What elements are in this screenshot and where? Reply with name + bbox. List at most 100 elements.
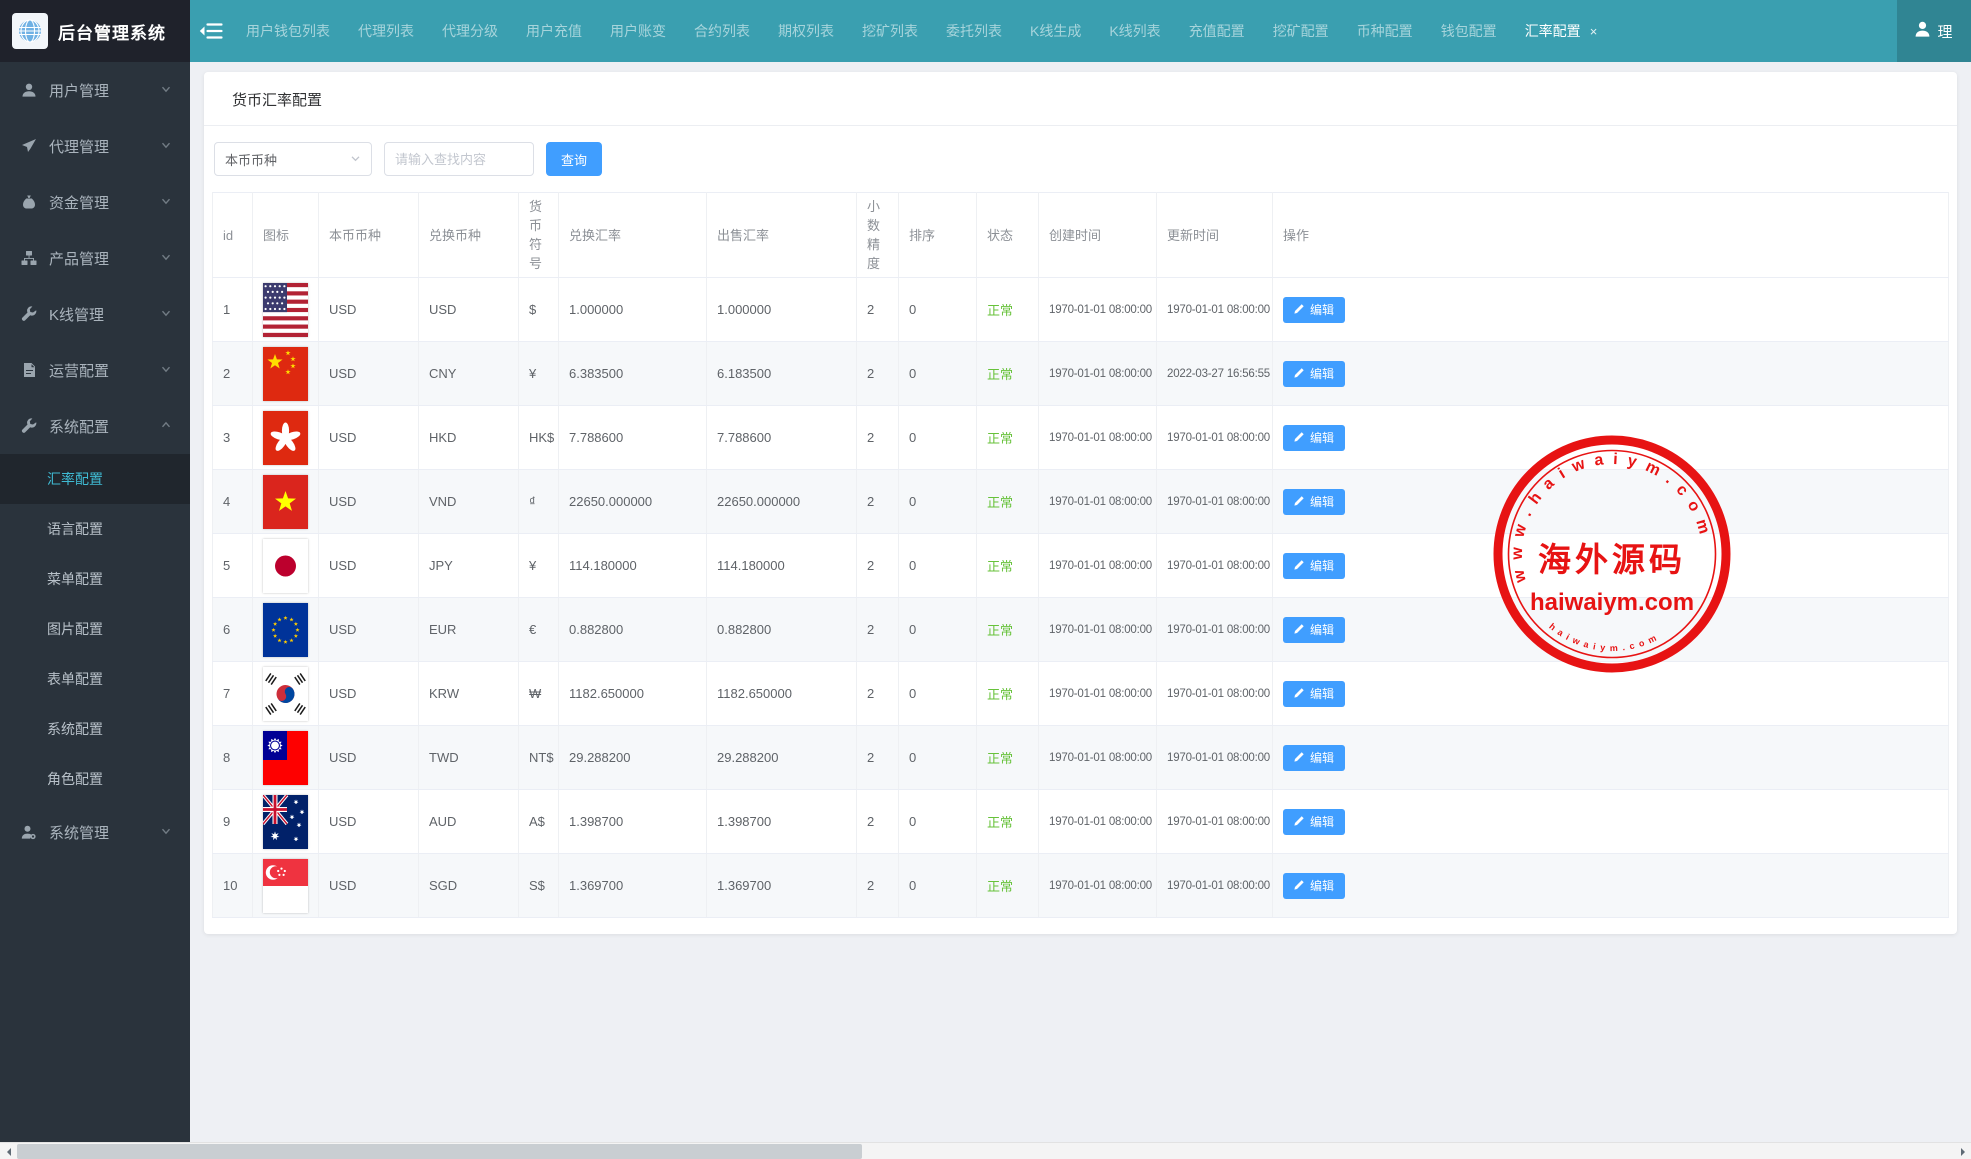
tab-2[interactable]: 代理列表 [344, 0, 428, 62]
scroll-right-button[interactable] [1954, 1143, 1971, 1159]
cell-precision: 2 [857, 598, 899, 662]
tab-13[interactable]: 挖矿配置 [1259, 0, 1343, 62]
sidebar-subitem-7[interactable]: 角色配置 [0, 754, 190, 804]
tab-16[interactable]: 汇率配置× [1511, 0, 1612, 62]
sidebar: 用户管理代理管理资金管理产品管理K线管理运营配置系统配置汇率配置语言配置菜单配置… [0, 62, 190, 1142]
edit-button[interactable]: 编辑 [1283, 297, 1345, 323]
sidebar-item-1[interactable]: 用户管理 [0, 62, 190, 118]
edit-button[interactable]: 编辑 [1283, 617, 1345, 643]
edit-button[interactable]: 编辑 [1283, 553, 1345, 579]
cell-currency-symbol: € [519, 598, 559, 662]
cell-exchange-rate: 7.788600 [559, 406, 707, 470]
sidebar-item-2[interactable]: 代理管理 [0, 118, 190, 174]
tab-12[interactable]: 充值配置 [1175, 0, 1259, 62]
edit-button[interactable]: 编辑 [1283, 361, 1345, 387]
tab-4[interactable]: 用户充值 [512, 0, 596, 62]
cell-currency-symbol: ₫ [519, 470, 559, 534]
tab-15[interactable]: 钱包配置 [1427, 0, 1511, 62]
status-badge: 正常 [987, 815, 1013, 830]
cell-sort: 0 [899, 726, 977, 790]
cell-status: 正常 [977, 534, 1039, 598]
top-header: 后台管理系统 用户钱包列表代理列表代理分级用户充值用户账变合约列表期权列表挖矿列… [0, 0, 1971, 62]
user-menu[interactable]: 理 [1897, 0, 1971, 62]
cell-sort: 0 [899, 278, 977, 342]
sidebar-item-label: 系统管理 [49, 822, 160, 843]
tab-close-icon[interactable]: × [1590, 24, 1598, 39]
cell-created-at: 1970-01-01 08:00:00 [1039, 598, 1157, 662]
cell-updated-at: 1970-01-01 08:00:00 [1157, 470, 1273, 534]
cell-status: 正常 [977, 790, 1039, 854]
cell-status: 正常 [977, 726, 1039, 790]
globe-logo-icon [12, 13, 48, 49]
tab-8[interactable]: 挖矿列表 [848, 0, 932, 62]
search-button[interactable]: 查询 [546, 142, 602, 176]
sidebar-toggle-button[interactable] [190, 0, 232, 62]
sidebar-subitem-3[interactable]: 菜单配置 [0, 554, 190, 604]
cell-precision: 2 [857, 278, 899, 342]
sidebar-item-5[interactable]: K线管理 [0, 286, 190, 342]
table-row: 2USDCNY¥6.3835006.18350020正常1970-01-01 0… [213, 342, 1949, 406]
horizontal-scrollbar[interactable] [0, 1142, 1971, 1159]
tab-1[interactable]: 用户钱包列表 [232, 0, 344, 62]
sidebar-subitem-2[interactable]: 语言配置 [0, 504, 190, 554]
sidebar-subitem-1[interactable]: 汇率配置 [0, 454, 190, 504]
cell-precision: 2 [857, 854, 899, 918]
flag-au-icon [263, 795, 308, 849]
rates-table: id图标本币币种兑换币种货币符号兑换汇率出售汇率小数精度排序状态创建时间更新时间… [212, 192, 1949, 918]
cell-base-currency: USD [319, 854, 419, 918]
cell-base-currency: USD [319, 598, 419, 662]
tab-label: 代理列表 [358, 23, 414, 39]
scrollbar-thumb[interactable] [17, 1144, 862, 1159]
sidebar-item-label: 用户管理 [49, 80, 160, 101]
sidebar-subitem-5[interactable]: 表单配置 [0, 654, 190, 704]
edit-button[interactable]: 编辑 [1283, 809, 1345, 835]
cell-precision: 2 [857, 406, 899, 470]
status-badge: 正常 [987, 495, 1013, 510]
tab-label: 挖矿配置 [1273, 23, 1329, 39]
tab-3[interactable]: 代理分级 [428, 0, 512, 62]
sidebar-subitem-6[interactable]: 系统配置 [0, 704, 190, 754]
col-header-12: 更新时间 [1157, 193, 1273, 278]
tab-label: 挖矿列表 [862, 23, 918, 39]
currency-type-select[interactable]: 本币币种 [214, 142, 372, 176]
cell-sell-rate: 6.183500 [707, 342, 857, 406]
edit-button[interactable]: 编辑 [1283, 681, 1345, 707]
edit-button[interactable]: 编辑 [1283, 873, 1345, 899]
scroll-left-button[interactable] [0, 1143, 17, 1159]
cell-currency-symbol: $ [519, 278, 559, 342]
cell-quote-currency: TWD [419, 726, 519, 790]
edit-button[interactable]: 编辑 [1283, 489, 1345, 515]
sidebar-item-7[interactable]: 系统配置 [0, 398, 190, 454]
col-header-11: 创建时间 [1039, 193, 1157, 278]
table-row: 9USDAUDA$1.3987001.39870020正常1970-01-01 … [213, 790, 1949, 854]
tab-7[interactable]: 期权列表 [764, 0, 848, 62]
sidebar-item-8[interactable]: 系统管理 [0, 804, 190, 860]
cell-id: 3 [213, 406, 253, 470]
cell-status: 正常 [977, 470, 1039, 534]
status-badge: 正常 [987, 687, 1013, 702]
col-header-4: 兑换币种 [419, 193, 519, 278]
sidebar-subitem-4[interactable]: 图片配置 [0, 604, 190, 654]
edit-button[interactable]: 编辑 [1283, 745, 1345, 771]
nav-tabs: 用户钱包列表代理列表代理分级用户充值用户账变合约列表期权列表挖矿列表委托列表K线… [232, 0, 1897, 62]
tab-9[interactable]: 委托列表 [932, 0, 1016, 62]
tab-6[interactable]: 合约列表 [680, 0, 764, 62]
edit-button-label: 编辑 [1310, 429, 1334, 446]
sidebar-item-4[interactable]: 产品管理 [0, 230, 190, 286]
sidebar-submenu: 汇率配置语言配置菜单配置图片配置表单配置系统配置角色配置 [0, 454, 190, 804]
tab-label: 代理分级 [442, 23, 498, 39]
cell-flag [253, 726, 319, 790]
cell-exchange-rate: 114.180000 [559, 534, 707, 598]
cell-actions: 编辑 [1273, 662, 1949, 726]
edit-button-label: 编辑 [1310, 301, 1334, 318]
edit-button[interactable]: 编辑 [1283, 425, 1345, 451]
cell-updated-at: 1970-01-01 08:00:00 [1157, 278, 1273, 342]
sidebar-item-3[interactable]: 资金管理 [0, 174, 190, 230]
tab-10[interactable]: K线生成 [1016, 0, 1095, 62]
sidebar-item-6[interactable]: 运营配置 [0, 342, 190, 398]
tab-11[interactable]: K线列表 [1095, 0, 1174, 62]
tab-5[interactable]: 用户账变 [596, 0, 680, 62]
status-badge: 正常 [987, 751, 1013, 766]
search-input[interactable] [384, 142, 534, 176]
tab-14[interactable]: 币种配置 [1343, 0, 1427, 62]
